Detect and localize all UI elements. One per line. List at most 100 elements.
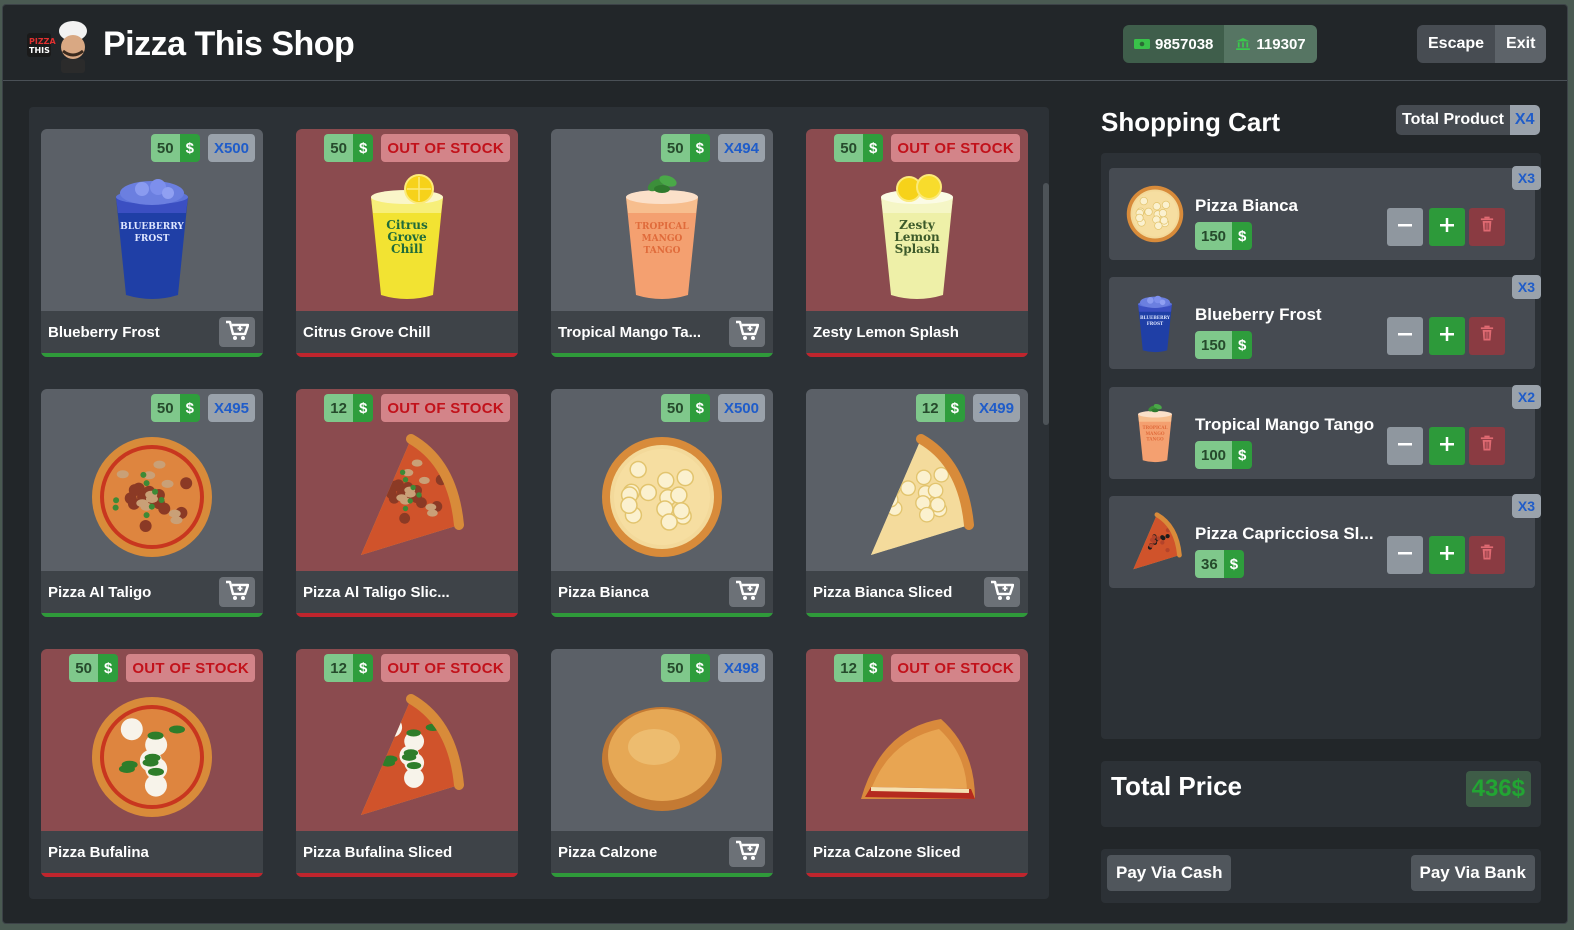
cart-item-qty-badge: X3 bbox=[1511, 275, 1541, 299]
product-name: Pizza Bianca Sliced bbox=[813, 584, 953, 601]
total-product-badge: Total Product X4 bbox=[1396, 105, 1540, 135]
product-card[interactable]: 50 $ X494 TROPICAL MANGO TANGO Tropical Ma… bbox=[551, 129, 773, 357]
cash-icon bbox=[1134, 39, 1150, 49]
minus-icon bbox=[1397, 436, 1413, 457]
dollar-icon: $ bbox=[862, 654, 884, 682]
svg-text:BLUEBERRY: BLUEBERRY bbox=[1140, 315, 1171, 320]
total-price-value: 436$ bbox=[1465, 771, 1531, 807]
blueberry-frost-cup-image: BLUEBERRY FROST bbox=[86, 169, 218, 305]
out-of-stock-badge: OUT OF STOCK bbox=[381, 654, 510, 682]
trash-icon bbox=[1480, 435, 1494, 457]
product-name: Tropical Mango Ta... bbox=[558, 324, 702, 341]
product-price: 50 bbox=[69, 654, 98, 682]
money-display: 9857038 119307 bbox=[1123, 25, 1317, 63]
decrease-qty-button[interactable] bbox=[1387, 208, 1423, 246]
svg-text:TANGO: TANGO bbox=[644, 246, 681, 256]
cart-item: X3 Pizza Capricciosa Sl... 36 $ bbox=[1109, 494, 1541, 588]
product-price: 50 bbox=[834, 134, 863, 162]
plus-icon bbox=[1439, 326, 1455, 347]
product-tags: 50 $ X495 bbox=[150, 394, 255, 422]
product-tags: 12 $ OUT OF STOCK bbox=[324, 654, 510, 682]
product-name: Pizza Calzone Sliced bbox=[813, 844, 961, 861]
product-card[interactable]: 12 $ OUT OF STOCK Pizza Calzone Sliced bbox=[806, 649, 1028, 877]
header-buttons: Escape Exit bbox=[1417, 25, 1547, 63]
remove-item-button[interactable] bbox=[1469, 536, 1505, 574]
add-to-cart-button[interactable] bbox=[729, 577, 765, 607]
svg-text:THIS: THIS bbox=[29, 46, 50, 55]
add-to-cart-button[interactable] bbox=[984, 577, 1020, 607]
dollar-icon: $ bbox=[689, 134, 710, 162]
cart-item-price: 100 bbox=[1195, 441, 1233, 469]
out-of-stock-badge: OUT OF STOCK bbox=[126, 654, 255, 682]
product-card[interactable]: 50 $ OUT OF STOCK Citrus Grove Chill Citru… bbox=[296, 129, 518, 357]
increase-qty-button[interactable] bbox=[1429, 427, 1465, 465]
minus-icon bbox=[1397, 326, 1413, 347]
out-of-stock-badge: OUT OF STOCK bbox=[891, 134, 1020, 162]
remove-item-button[interactable] bbox=[1469, 208, 1505, 246]
product-price-tag: 50 $ bbox=[660, 134, 710, 162]
increase-qty-button[interactable] bbox=[1429, 208, 1465, 246]
product-price: 12 bbox=[324, 654, 353, 682]
product-card[interactable]: 50 $ OUT OF STOCK Zesty Lemon Splash Zesty… bbox=[806, 129, 1028, 357]
dollar-icon: $ bbox=[179, 394, 200, 422]
product-card[interactable]: 50 $ OUT OF STOCK Pizza Bufalina bbox=[41, 649, 263, 877]
dollar-icon: $ bbox=[1232, 331, 1253, 359]
product-price: 12 bbox=[324, 394, 353, 422]
decrease-qty-button[interactable] bbox=[1387, 427, 1423, 465]
zesty-lemon-splash-cup-image: Zesty Lemon Splash bbox=[851, 169, 983, 305]
payment-panel: Pay Via Cash Pay Via Bank bbox=[1101, 849, 1541, 903]
dollar-icon: $ bbox=[689, 654, 710, 682]
product-card[interactable]: 50 $ X498 Pizza Calzone bbox=[551, 649, 773, 877]
product-card[interactable]: 12 $ OUT OF STOCK Pizza Bufalina Sliced bbox=[296, 649, 518, 877]
decrease-qty-button[interactable] bbox=[1387, 536, 1423, 574]
cart-plus-icon bbox=[735, 580, 760, 605]
product-price-tag: 12 $ bbox=[834, 654, 884, 682]
cart-item-name: Pizza Bianca bbox=[1195, 196, 1298, 215]
product-price-tag: 12 $ bbox=[324, 394, 374, 422]
product-price: 50 bbox=[150, 394, 180, 422]
cart-item-price-tag: 150 $ bbox=[1195, 222, 1253, 250]
pay-via-bank-button[interactable]: Pay Via Bank bbox=[1410, 855, 1535, 891]
product-grid-scrollbar[interactable] bbox=[1043, 183, 1049, 425]
product-tags: 50 $ X498 bbox=[660, 654, 765, 682]
cart-plus-icon bbox=[735, 840, 760, 865]
tropical-mango-tango-cup-image: TROPICAL MANGO TANGO bbox=[1123, 401, 1187, 465]
product-price-tag: 50 $ bbox=[150, 134, 200, 162]
product-tags: 50 $ X500 bbox=[660, 394, 765, 422]
exit-button[interactable]: Exit bbox=[1495, 25, 1547, 63]
svg-text:Chill: Chill bbox=[391, 242, 423, 256]
product-tags: 12 $ X499 bbox=[915, 394, 1020, 422]
product-card[interactable]: 50 $ X500 Pizza Bianca bbox=[551, 389, 773, 617]
product-card[interactable]: 12 $ X499 Pizza Bianca Sliced bbox=[806, 389, 1028, 617]
trash-icon bbox=[1480, 216, 1494, 238]
product-tags: 50 $ OUT OF STOCK bbox=[69, 654, 255, 682]
svg-text:Splash: Splash bbox=[895, 242, 940, 256]
pizza-bianca-slice-image bbox=[851, 429, 983, 565]
dollar-icon: $ bbox=[97, 654, 119, 682]
add-to-cart-button[interactable] bbox=[729, 317, 765, 347]
stock-count-badge: X499 bbox=[972, 394, 1020, 422]
total-price-panel: Total Price 436$ bbox=[1101, 761, 1541, 827]
plus-icon bbox=[1439, 436, 1455, 457]
add-to-cart-button[interactable] bbox=[729, 837, 765, 867]
add-to-cart-button[interactable] bbox=[219, 577, 255, 607]
tropical-mango-tango-cup-image: TROPICAL MANGO TANGO bbox=[596, 169, 728, 305]
escape-button[interactable]: Escape bbox=[1417, 25, 1496, 63]
cart-item-name: Tropical Mango Tango bbox=[1195, 415, 1375, 434]
product-card[interactable]: 50 $ X495 Pizza Al Taligo bbox=[41, 389, 263, 617]
product-price: 12 bbox=[834, 654, 863, 682]
decrease-qty-button[interactable] bbox=[1387, 317, 1423, 355]
add-to-cart-button[interactable] bbox=[219, 317, 255, 347]
remove-item-button[interactable] bbox=[1469, 317, 1505, 355]
chef-logo-icon: PIZZA THIS bbox=[27, 21, 87, 73]
increase-qty-button[interactable] bbox=[1429, 317, 1465, 355]
dollar-icon: $ bbox=[944, 394, 965, 422]
product-card[interactable]: 50 $ X500 BLUEBERRY FROST Blueberry Frost bbox=[41, 129, 263, 357]
pizza-bianca-image bbox=[1123, 182, 1187, 246]
product-card[interactable]: 12 $ OUT OF STOCK Pizza Al Taligo Slic..… bbox=[296, 389, 518, 617]
increase-qty-button[interactable] bbox=[1429, 536, 1465, 574]
minus-icon bbox=[1397, 545, 1413, 566]
remove-item-button[interactable] bbox=[1469, 427, 1505, 465]
product-price-tag: 12 $ bbox=[324, 654, 374, 682]
pay-via-cash-button[interactable]: Pay Via Cash bbox=[1107, 855, 1232, 891]
